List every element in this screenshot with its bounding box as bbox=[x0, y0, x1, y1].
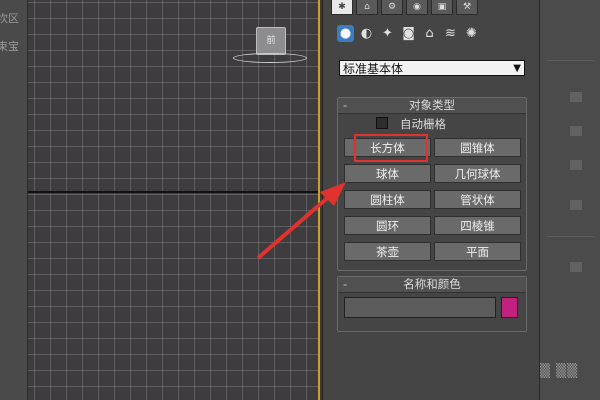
object-name-field[interactable] bbox=[344, 297, 496, 318]
rollout-title: 名称和颜色 bbox=[403, 277, 461, 291]
geosphere-button[interactable]: 几何球体 bbox=[434, 164, 521, 183]
max-window: 坎区 束宝 前 ✱ ⌂ ⚙ ◉ ▣ ⚒ ● ◐ ✦ ◙ ⌂ ≋ ✺ 标准基本体 … bbox=[0, 0, 600, 400]
name-and-color-rollout-header[interactable]: - 名称和颜色 bbox=[338, 277, 526, 293]
divider bbox=[546, 60, 594, 61]
divider bbox=[546, 236, 594, 237]
command-panel: ✱ ⌂ ⚙ ◉ ▣ ⚒ ● ◐ ✦ ◙ ⌂ ≋ ✺ 标准基本体 ▼ - 对象类型 bbox=[322, 0, 539, 400]
cone-button[interactable]: 圆锥体 bbox=[434, 138, 521, 157]
systems-icon[interactable]: ✺ bbox=[463, 25, 480, 42]
light-icon[interactable]: ✦ bbox=[379, 25, 396, 42]
hierarchy-tab[interactable]: ⚙ bbox=[381, 0, 403, 15]
toolbar-icon[interactable] bbox=[570, 200, 582, 210]
autogrid-label: 自动栅格 bbox=[400, 117, 446, 131]
spacewarp-icon[interactable]: ≋ bbox=[442, 25, 459, 42]
viewcube[interactable]: 前 bbox=[256, 27, 286, 55]
object-type-rollout-header[interactable]: - 对象类型 bbox=[338, 98, 526, 114]
chevron-down-icon: ▼ bbox=[513, 63, 521, 74]
viewcube-ring[interactable] bbox=[233, 53, 307, 63]
autogrid-checkbox[interactable] bbox=[376, 117, 388, 129]
plane-button[interactable]: 平面 bbox=[434, 242, 521, 261]
display-tab[interactable]: ▣ bbox=[431, 0, 453, 15]
sphere-icon[interactable]: ● bbox=[337, 25, 354, 42]
utilities-tab[interactable]: ⚒ bbox=[456, 0, 478, 15]
motion-tab[interactable]: ◉ bbox=[406, 0, 428, 15]
toolbar-icon[interactable] bbox=[570, 92, 582, 102]
collapse-icon: - bbox=[343, 98, 348, 112]
right-toolbar-sliver bbox=[539, 0, 600, 400]
perspective-viewport[interactable]: 前 bbox=[28, 0, 320, 400]
toolbar-icon[interactable] bbox=[570, 126, 582, 136]
modify-tab[interactable]: ⌂ bbox=[356, 0, 378, 15]
camera-icon[interactable]: ◙ bbox=[400, 25, 417, 42]
left-text-fragment: 束宝 bbox=[0, 40, 19, 53]
autogrid-checkbox-row[interactable]: 自动栅格 bbox=[376, 117, 446, 131]
command-panel-tabs: ✱ ⌂ ⚙ ◉ ▣ ⚒ bbox=[331, 0, 478, 15]
create-category-icons: ● ◐ ✦ ◙ ⌂ ≋ ✺ bbox=[337, 25, 480, 42]
torus-button[interactable]: 圆环 bbox=[344, 216, 431, 235]
collapse-icon: - bbox=[343, 277, 348, 291]
cylinder-button[interactable]: 圆柱体 bbox=[344, 190, 431, 209]
create-tab[interactable]: ✱ bbox=[331, 0, 353, 15]
toolbar-icon[interactable] bbox=[570, 160, 582, 170]
left-toolbar-sliver: 坎区 束宝 bbox=[0, 0, 28, 400]
helper-icon[interactable]: ⌂ bbox=[421, 25, 438, 42]
sphere-button[interactable]: 球体 bbox=[344, 164, 431, 183]
rollout-title: 对象类型 bbox=[409, 98, 455, 112]
pyramid-button[interactable]: 四棱锥 bbox=[434, 216, 521, 235]
dropdown-value: 标准基本体 bbox=[343, 62, 404, 76]
primitive-type-dropdown[interactable]: 标准基本体 ▼ bbox=[339, 60, 525, 76]
object-type-rollout: - 对象类型 自动栅格 长方体 圆锥体 球体 几何球体 圆柱体 管状体 圆环 四… bbox=[337, 97, 527, 271]
grid-axis-line bbox=[28, 191, 320, 193]
toolbar-icon[interactable] bbox=[570, 262, 582, 272]
shapes-icon[interactable]: ◐ bbox=[358, 25, 375, 42]
name-and-color-rollout: - 名称和颜色 bbox=[337, 276, 527, 332]
tube-button[interactable]: 管状体 bbox=[434, 190, 521, 209]
left-text-fragment: 坎区 bbox=[0, 12, 19, 25]
watermark: ▒ ▒▒ bbox=[540, 364, 579, 379]
object-color-swatch[interactable] bbox=[501, 297, 518, 318]
annotation-highlight-box bbox=[354, 134, 428, 162]
teapot-button[interactable]: 茶壶 bbox=[344, 242, 431, 261]
active-viewport-border bbox=[318, 0, 320, 400]
